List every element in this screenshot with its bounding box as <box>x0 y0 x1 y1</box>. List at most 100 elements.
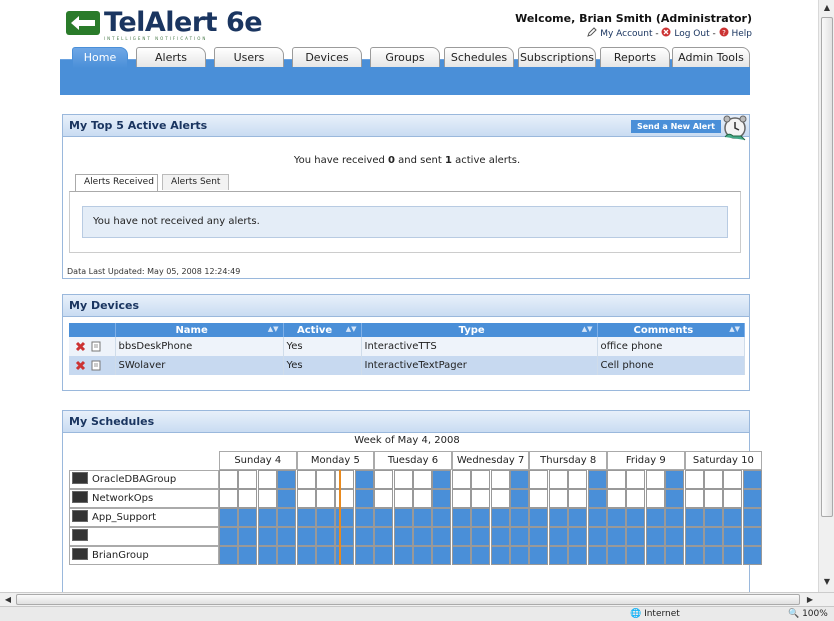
schedule-cell[interactable] <box>742 470 762 489</box>
scroll-left-icon[interactable]: ◀ <box>2 594 14 606</box>
schedule-cell[interactable] <box>490 546 510 565</box>
schedule-cell[interactable] <box>723 546 743 565</box>
schedule-cell[interactable] <box>490 470 510 489</box>
tab-reports[interactable]: Reports <box>600 47 670 67</box>
schedule-cell[interactable] <box>296 546 316 565</box>
schedule-cell[interactable] <box>607 527 626 546</box>
scroll-up-icon[interactable]: ▲ <box>821 2 833 14</box>
schedule-cell[interactable] <box>704 470 723 489</box>
schedule-cell[interactable] <box>490 508 510 527</box>
schedule-cell[interactable] <box>684 546 704 565</box>
schedule-cell[interactable] <box>587 546 607 565</box>
schedule-cell[interactable] <box>548 527 568 546</box>
col-comments[interactable]: Comments ▲▼ <box>597 323 745 337</box>
schedule-cell[interactable] <box>257 527 277 546</box>
schedule-cell[interactable] <box>219 546 238 565</box>
schedule-cell[interactable] <box>451 470 471 489</box>
schedule-group-label[interactable]: BrianGroup <box>69 546 219 565</box>
tab-devices[interactable]: Devices <box>292 47 362 67</box>
schedule-cell[interactable] <box>548 508 568 527</box>
schedule-cell[interactable] <box>393 546 413 565</box>
schedule-cell[interactable] <box>742 489 762 508</box>
table-row[interactable]: bbsDeskPhone Yes InteractiveTTS office p… <box>69 337 745 356</box>
scroll-thumb[interactable] <box>821 17 833 517</box>
delete-icon[interactable] <box>75 360 86 371</box>
schedule-cell[interactable] <box>626 489 646 508</box>
schedule-cell[interactable] <box>548 470 568 489</box>
schedule-cell[interactable] <box>374 508 394 527</box>
schedule-cell[interactable] <box>257 508 277 527</box>
schedule-cell[interactable] <box>393 489 413 508</box>
schedule-cell[interactable] <box>432 527 452 546</box>
schedule-group-label[interactable]: NetworkOps <box>69 489 219 508</box>
schedule-cell[interactable] <box>354 527 374 546</box>
schedule-cell[interactable] <box>626 470 646 489</box>
schedule-cell[interactable] <box>510 508 529 527</box>
schedule-cell[interactable] <box>471 546 491 565</box>
schedule-cell[interactable] <box>645 527 665 546</box>
schedule-cell[interactable] <box>490 527 510 546</box>
schedule-cell[interactable] <box>587 470 607 489</box>
schedule-cell[interactable] <box>335 489 355 508</box>
my-account-link[interactable]: My Account <box>600 29 652 39</box>
edit-icon[interactable] <box>91 341 102 352</box>
schedule-cell[interactable] <box>257 546 277 565</box>
tab-admin-tools[interactable]: Admin Tools <box>672 47 750 67</box>
schedule-cell[interactable] <box>607 489 626 508</box>
schedule-cell[interactable] <box>645 489 665 508</box>
schedule-cell[interactable] <box>490 489 510 508</box>
schedule-cell[interactable] <box>335 546 355 565</box>
schedule-cell[interactable] <box>335 527 355 546</box>
schedule-cell[interactable] <box>742 546 762 565</box>
schedule-cell[interactable] <box>393 470 413 489</box>
schedule-cell[interactable] <box>645 470 665 489</box>
schedule-cell[interactable] <box>432 508 452 527</box>
schedule-cell[interactable] <box>257 489 277 508</box>
schedule-cell[interactable] <box>296 489 316 508</box>
schedule-cell[interactable] <box>665 546 685 565</box>
schedule-cell[interactable] <box>684 527 704 546</box>
schedule-cell[interactable] <box>626 546 646 565</box>
log-out-link[interactable]: Log Out <box>674 29 709 39</box>
schedule-cell[interactable] <box>316 546 335 565</box>
schedule-cell[interactable] <box>413 546 432 565</box>
schedule-cell[interactable] <box>626 527 646 546</box>
schedule-cell[interactable] <box>471 527 491 546</box>
schedule-cell[interactable] <box>529 527 549 546</box>
tab-subscriptions[interactable]: Subscriptions <box>518 47 596 67</box>
schedule-cell[interactable] <box>645 508 665 527</box>
scroll-right-icon[interactable]: ▶ <box>804 594 816 606</box>
schedule-cell[interactable] <box>587 489 607 508</box>
schedule-cell[interactable] <box>665 470 685 489</box>
schedule-cell[interactable] <box>723 489 743 508</box>
schedule-cell[interactable] <box>296 527 316 546</box>
h-scroll-thumb[interactable] <box>16 594 800 605</box>
schedule-cell[interactable] <box>335 508 355 527</box>
schedule-cell[interactable] <box>645 546 665 565</box>
schedule-cell[interactable] <box>665 489 685 508</box>
schedule-cell[interactable] <box>374 470 394 489</box>
schedule-cell[interactable] <box>238 489 258 508</box>
schedule-cell[interactable] <box>354 470 374 489</box>
help-link[interactable]: Help <box>731 29 752 39</box>
schedule-cell[interactable] <box>238 470 258 489</box>
schedule-cell[interactable] <box>529 470 549 489</box>
schedule-cell[interactable] <box>529 508 549 527</box>
tab-groups[interactable]: Groups <box>370 47 440 67</box>
schedule-cell[interactable] <box>723 508 743 527</box>
schedule-cell[interactable] <box>607 470 626 489</box>
tab-alerts-received[interactable]: Alerts Received <box>75 174 158 191</box>
schedule-cell[interactable] <box>704 527 723 546</box>
scroll-down-icon[interactable]: ▼ <box>821 576 833 588</box>
schedule-cell[interactable] <box>684 508 704 527</box>
horizontal-scrollbar[interactable]: ◀ ▶ <box>0 592 834 606</box>
table-row[interactable]: SWolaver Yes InteractiveTextPager Cell p… <box>69 356 745 375</box>
schedule-cell[interactable] <box>277 508 297 527</box>
schedule-cell[interactable] <box>374 527 394 546</box>
schedule-cell[interactable] <box>238 546 258 565</box>
schedule-cell[interactable] <box>277 527 297 546</box>
schedule-cell[interactable] <box>219 527 238 546</box>
schedule-cell[interactable] <box>568 546 588 565</box>
schedule-cell[interactable] <box>742 527 762 546</box>
schedule-cell[interactable] <box>316 508 335 527</box>
